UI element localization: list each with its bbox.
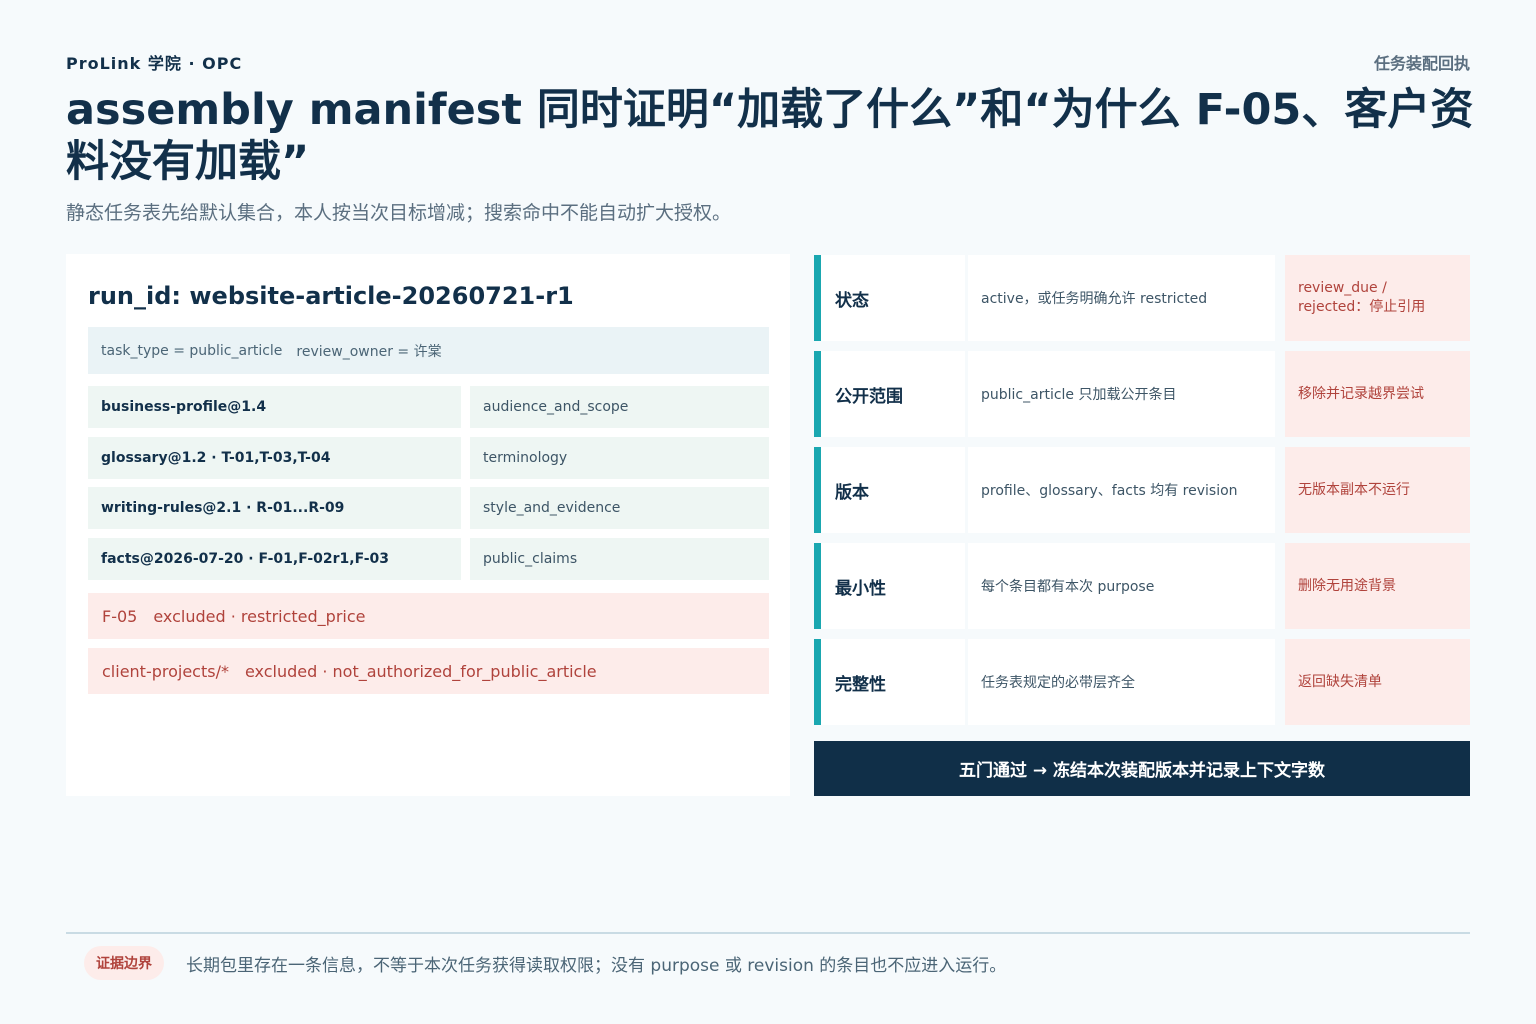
excluded-item: F-05 excluded · restricted_price [88,593,769,639]
gate-accent-bar [814,639,821,725]
gate-rule: active，或任务明确允许 restricted [968,255,1275,341]
excluded-id: client-projects/* [102,661,229,681]
excluded-item: client-projects/* excluded · not_authori… [88,648,769,694]
manifest-item: glossary@1.2 · T-01,T-03,T-04 terminolog… [88,437,769,479]
brand-label: ProLink 学院 · OPC [66,54,243,73]
gate-fail-action: 无版本副本不运行 [1285,447,1470,533]
meta-review-owner: review_owner = 许棠 [296,343,442,360]
gate-fail-action: review_due / rejected：停止引用 [1285,255,1470,341]
gate-accent-bar [814,351,821,437]
manifest-item: facts@2026-07-20 · F-01,F-02r1,F-03 publ… [88,538,769,580]
gate-name: 公开范围 [821,351,965,437]
item-purpose: audience_and_scope [470,386,769,428]
excluded-id: F-05 [102,606,138,626]
gate-accent-bar [814,447,821,533]
gate-rule: profile、glossary、facts 均有 revision [968,447,1275,533]
gate-fail-action: 返回缺失清单 [1285,639,1470,725]
evidence-boundary-badge: 证据边界 [84,946,164,980]
gate-accent-bar [814,543,821,629]
manifest-item: business-profile@1.4 audience_and_scope [88,386,769,428]
summary-banner: 五门通过 → 冻结本次装配版本并记录上下文字数 [814,741,1470,796]
item-purpose: terminology [470,437,769,479]
item-purpose: public_claims [470,538,769,580]
gate-row-version: 版本 profile、glossary、facts 均有 revision 无版… [814,447,1470,533]
gate-row-minimality: 最小性 每个条目都有本次 purpose 删除无用途背景 [814,543,1470,629]
meta-task-type: task_type = public_article [101,342,283,359]
gate-row-completeness: 完整性 任务表规定的必带层齐全 返回缺失清单 [814,639,1470,725]
gate-name: 版本 [821,447,965,533]
item-source: facts@2026-07-20 · F-01,F-02r1,F-03 [88,538,461,580]
gate-fail-action: 删除无用途背景 [1285,543,1470,629]
item-source: writing-rules@2.1 · R-01...R-09 [88,487,461,529]
page-title: assembly manifest 同时证明“加载了什么”和“为什么 F-05、… [66,85,1474,187]
receipt-tag: 任务装配回执 [1373,54,1470,73]
gate-rule: public_article 只加载公开条目 [968,351,1275,437]
gate-name: 完整性 [821,639,965,725]
page-subtitle: 静态任务表先给默认集合，本人按当次目标增减；搜索命中不能自动扩大授权。 [66,202,732,224]
item-source: glossary@1.2 · T-01,T-03,T-04 [88,437,461,479]
gate-row-status: 状态 active，或任务明确允许 restricted review_due … [814,255,1470,341]
item-purpose: style_and_evidence [470,487,769,529]
excluded-reason: excluded · not_authorized_for_public_art… [244,661,597,681]
run-id: run_id: website-article-20260721-r1 [88,282,574,310]
gate-rule: 任务表规定的必带层齐全 [968,639,1275,725]
manifest-meta: task_type = public_article review_owner … [88,327,769,374]
footer-divider [66,932,1470,934]
excluded-reason: excluded · restricted_price [153,606,366,626]
item-source: business-profile@1.4 [88,386,461,428]
gate-accent-bar [814,255,821,341]
gate-fail-action: 移除并记录越界尝试 [1285,351,1470,437]
footer-note: 长期包里存在一条信息，不等于本次任务获得读取权限；没有 purpose 或 re… [186,956,1007,976]
gate-name: 最小性 [821,543,965,629]
gate-rule: 每个条目都有本次 purpose [968,543,1275,629]
manifest-card: run_id: website-article-20260721-r1 task… [66,254,790,796]
gate-name: 状态 [821,255,965,341]
manifest-item: writing-rules@2.1 · R-01...R-09 style_an… [88,487,769,529]
gate-row-scope: 公开范围 public_article 只加载公开条目 移除并记录越界尝试 [814,351,1470,437]
